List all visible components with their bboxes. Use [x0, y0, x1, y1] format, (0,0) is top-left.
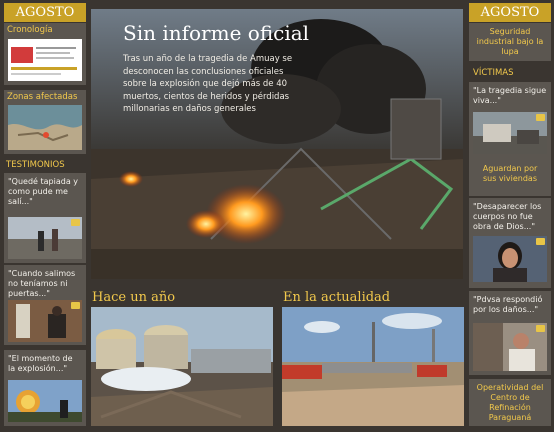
testimonio-1-thumbnail: [8, 217, 82, 259]
cronologia-card[interactable]: Cronología: [4, 23, 86, 85]
testimonio-3-quote: "El momento de la explosión...": [8, 354, 73, 373]
hace-un-ano-heading: Hace un año: [92, 290, 176, 305]
victima-3-thumbnail: [473, 323, 547, 371]
date-header-2012: AGOSTO 2012: [4, 3, 86, 39]
hace-un-ano-image[interactable]: [91, 307, 273, 426]
testimonio-3-card[interactable]: "El momento de la explosión...": [4, 350, 86, 426]
hero-title: Sin informe oficial: [123, 21, 310, 45]
date-header-2013: AGOSTO 2013: [469, 3, 551, 39]
cronologia-thumbnail: [8, 39, 82, 81]
actualidad-image[interactable]: [282, 307, 464, 426]
victima-1-thumbnail: [473, 112, 547, 154]
video-icon: [71, 302, 80, 309]
hero-body-text: Tras un año de la tragedia de Amuay se d…: [123, 54, 293, 114]
victima-2-card[interactable]: "Desaparecer los cuerpos no fue obra de …: [469, 198, 551, 288]
zonas-afectadas-label: Zonas afectadas: [7, 92, 78, 102]
victima-3-card[interactable]: "Pdvsa respondió por los daños...": [469, 291, 551, 375]
video-icon: [536, 238, 545, 245]
video-icon: [536, 325, 545, 332]
zonas-afectadas-card[interactable]: Zonas afectadas: [4, 90, 86, 154]
hero-explosion-image: Sin informe oficial Tras un año de la tr…: [91, 9, 463, 279]
testimonio-3-thumbnail: [8, 380, 82, 422]
video-icon: [536, 114, 545, 121]
victima-1-card[interactable]: "La tragedia sigue viva..." Aguardan por…: [469, 82, 551, 196]
victima-2-thumbnail: [473, 236, 547, 282]
zonas-map-thumbnail: [8, 105, 82, 150]
testimonio-1-card[interactable]: "Quedé tapiada y como pude me salí...": [4, 173, 86, 263]
victima-3-quote: "Pdvsa respondió por los daños...": [473, 295, 543, 314]
cronologia-label: Cronología: [7, 25, 53, 35]
victima-2-quote: "Desaparecer los cuerpos no fue obra de …: [473, 202, 542, 231]
testimonio-2-card[interactable]: "Cuando salimos no teníamos ni puertas..…: [4, 265, 86, 345]
actualidad-heading: En la actualidad: [283, 290, 391, 305]
aguardan-viviendas-label: Aguardan por sus viviendas: [482, 164, 538, 183]
seguridad-industrial-card[interactable]: Seguridad industrial bajo la lupa: [469, 23, 551, 61]
operatividad-label: Operatividad del Centro de Refinación Pa…: [476, 383, 544, 422]
testimonio-2-thumbnail: [8, 300, 82, 342]
testimonio-1-quote: "Quedé tapiada y como pude me salí...": [8, 177, 79, 206]
seguridad-industrial-label: Seguridad industrial bajo la lupa: [476, 27, 544, 56]
operatividad-card[interactable]: Operatividad del Centro de Refinación Pa…: [469, 379, 551, 426]
victimas-heading: VÍCTIMAS: [473, 68, 514, 78]
video-icon: [71, 219, 80, 226]
testimonios-heading: TESTIMONIOS: [6, 160, 65, 170]
victima-1-quote: "La tragedia sigue viva...": [473, 86, 547, 105]
testimonio-2-quote: "Cuando salimos no teníamos ni puertas..…: [8, 269, 76, 298]
